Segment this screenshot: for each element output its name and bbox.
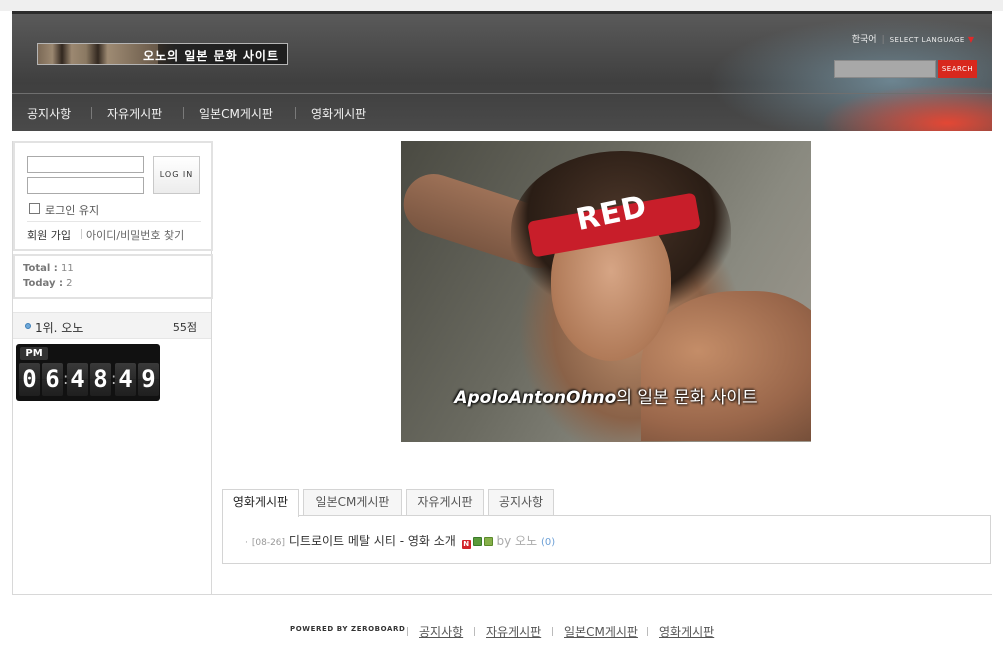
content-bottom-divider [12,594,992,595]
site-header: 오노의 일본 문화 사이트 한국어 | SELECT LANGUAGE ▼ SEARC… [12,11,992,131]
nav-item-notice[interactable]: 공지사항 [27,105,71,122]
tab-japan-cm-board[interactable]: 일본CM게시판 [303,489,402,516]
clock-digit: 6 [42,363,63,396]
sidebar-empty-area [13,406,211,594]
image-attachment-icon [472,537,482,546]
list-item[interactable]: · [08-26] 디트로이트 메탈 시티 - 영화 소개 N by 오노 (0) [245,532,555,549]
footer-link-japan-cm-board[interactable]: 일본CM게시판 [564,623,638,640]
tab-movie-board[interactable]: 영화게시판 [222,489,299,517]
file-attachment-icon [483,537,493,546]
bullet-icon [25,323,31,329]
chevron-down-icon: ▼ [967,35,974,44]
footer-separator [474,627,475,636]
post-author[interactable]: 오노 [515,534,537,548]
comment-count: (0) [540,537,556,548]
hero-caption-rest: 의 일본 문화 사이트 [616,388,758,408]
clock-digit: 4 [67,363,88,396]
password-field[interactable] [27,177,144,194]
language-selector[interactable]: 한국어 | SELECT LANGUAGE ▼ [852,32,974,45]
clock-digit: 9 [138,363,159,396]
clock-digit: 0 [19,363,40,396]
footer-separator [647,627,648,636]
visitor-counter: Total : 11 Today : 2 [13,254,213,299]
language-current[interactable]: 한국어 [852,35,877,45]
footer-separator [552,627,553,636]
rank-score: 55점 [172,321,197,334]
clock-ampm: PM [20,347,48,360]
keep-login-label: 로그인 유지 [45,204,100,217]
nav-item-free-board[interactable]: 자유게시판 [107,105,162,122]
sidebar: LOG IN 로그인 유지 회원 가입 아이디/비밀번호 찾기 Total : … [12,141,213,594]
login-button[interactable]: LOG IN [153,156,200,194]
search-button[interactable]: SEARCH [938,60,977,78]
nav-item-japan-cm-board[interactable]: 일본CM게시판 [199,105,273,122]
header-topline [12,11,992,14]
login-divider [27,221,201,222]
logo-eyes-image [38,44,158,64]
bullet-icon: · [245,538,248,548]
footer-link-movie-board[interactable]: 영화게시판 [659,623,714,640]
post-title[interactable]: 디트로이트 메탈 시티 - 영화 소개 [289,534,456,548]
tab-notice[interactable]: 공지사항 [488,489,554,516]
powered-by-logo[interactable]: POWERED BY ZEROBOARD [290,625,405,633]
today-value: 2 [66,278,73,289]
today-count: Today : 2 [23,278,73,289]
rank-name[interactable]: 1위. 오노 [35,319,83,336]
select-language-link[interactable]: SELECT LANGUAGE [890,36,965,44]
top-strip [0,0,1003,11]
hero-caption-bold: ApoloAntonOhno [454,388,617,408]
logo-text: 오노의 일본 문화 사이트 [143,49,279,63]
hero-caption: ApoloAntonOhno의 일본 문화 사이트 [401,383,811,408]
clock-digit: 4 [115,363,136,396]
user-id-field[interactable] [27,156,144,173]
main-nav: 공지사항 자유게시판 일본CM게시판 영화게시판 [12,93,992,131]
site-logo[interactable]: 오노의 일본 문화 사이트 [37,43,288,65]
footer-link-free-board[interactable]: 자유게시판 [486,623,541,640]
today-label: Today : [23,278,63,289]
new-icon: N [461,540,471,549]
clock-digit: 8 [90,363,111,396]
search-input[interactable] [834,60,936,78]
hero-banner-image: RED ApoloAntonOhno의 일본 문화 사이트 [401,141,811,442]
nav-item-movie-board[interactable]: 영화게시판 [311,105,366,122]
login-box: LOG IN 로그인 유지 회원 가입 아이디/비밀번호 찾기 [13,141,213,251]
find-account-link[interactable]: 아이디/비밀번호 찾기 [86,227,184,243]
total-count: Total : 11 [23,263,74,274]
footer-link-notice[interactable]: 공지사항 [419,623,463,640]
join-link[interactable]: 회원 가입 [27,227,71,243]
flip-clock: PM 0 6 : 4 8 : 4 9 [16,344,160,401]
total-value: 11 [61,263,74,274]
nav-separator [91,107,92,119]
keep-login-checkbox[interactable] [29,203,40,214]
nav-separator [183,107,184,119]
total-label: Total : [23,263,58,274]
post-date: [08-26] [251,538,286,548]
language-separator: | [881,35,885,45]
footer: POWERED BY ZEROBOARD 공지사항 자유게시판 일본CM게시판 … [0,623,1003,639]
footer-separator [407,627,408,636]
tab-panel: · [08-26] 디트로이트 메탈 시티 - 영화 소개 N by 오노 (0) [222,515,991,564]
point-ranking: 1위. 오노 55점 [13,312,211,339]
link-separator [81,229,82,239]
post-by: by [496,534,512,548]
nav-separator [295,107,296,119]
tab-free-board[interactable]: 자유게시판 [406,489,484,516]
